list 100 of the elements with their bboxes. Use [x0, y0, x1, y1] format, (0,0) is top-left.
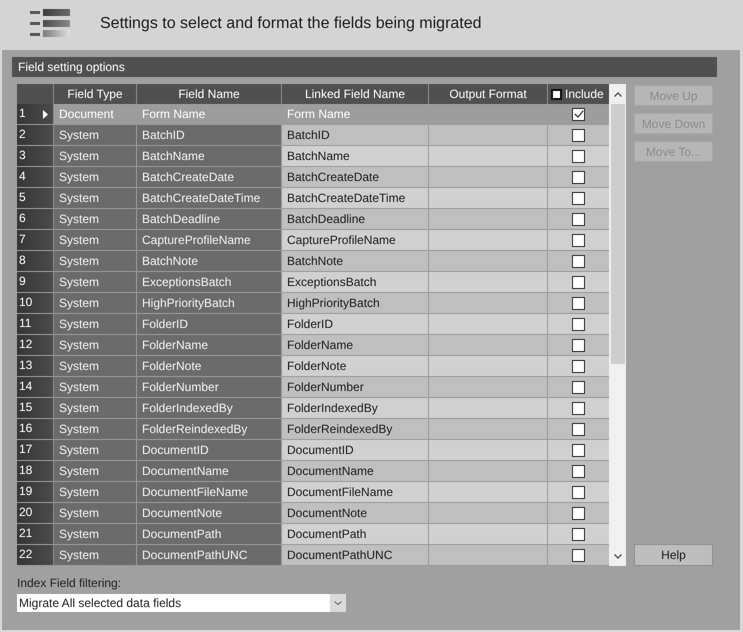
- checkbox[interactable]: [572, 422, 585, 436]
- row-header[interactable]: 11: [17, 314, 54, 335]
- checkbox[interactable]: [572, 486, 585, 498]
- table-cell: System: [54, 419, 137, 440]
- row-header[interactable]: 8: [17, 251, 54, 272]
- corner-header: [17, 84, 54, 104]
- checkbox[interactable]: [572, 192, 585, 204]
- table-cell: System: [54, 335, 137, 356]
- checkbox[interactable]: [572, 402, 585, 414]
- checkbox[interactable]: [572, 170, 585, 184]
- checkbox[interactable]: [572, 548, 585, 562]
- table-cell: ExceptionsBatch: [137, 272, 282, 293]
- row-header[interactable]: 9: [17, 272, 54, 293]
- row-header[interactable]: 4: [17, 167, 54, 188]
- row-header[interactable]: 13: [17, 356, 54, 377]
- row-number: 12: [18, 336, 32, 353]
- table-cell: DocumentPathUNC: [282, 545, 429, 566]
- row-header[interactable]: 22: [17, 545, 54, 566]
- checkbox[interactable]: [572, 296, 585, 310]
- table-cell: FolderReindexedBy: [282, 419, 429, 440]
- table-cell: DocumentPath: [137, 524, 282, 545]
- row-header[interactable]: 3: [17, 146, 54, 167]
- checkbox[interactable]: [572, 108, 585, 120]
- table-cell: System: [54, 251, 137, 272]
- row-header[interactable]: 10: [17, 293, 54, 314]
- row-number: 13: [18, 357, 32, 374]
- table-cell: FolderName: [282, 335, 429, 356]
- table-cell: BatchCreateDate: [137, 167, 282, 188]
- table-cell: System: [54, 503, 137, 524]
- row-header[interactable]: 7: [17, 230, 54, 251]
- table-cell: DocumentID: [137, 440, 282, 461]
- row-pointer-icon: [43, 110, 48, 119]
- table-cell: DocumentName: [137, 461, 282, 482]
- column-header[interactable]: Linked Field Name: [282, 84, 429, 104]
- table-cell: FolderReindexedBy: [137, 419, 282, 440]
- checkbox[interactable]: [572, 380, 585, 394]
- column-header[interactable]: Field Name: [137, 84, 282, 104]
- checkbox[interactable]: [572, 234, 585, 246]
- table-cell: FolderID: [282, 314, 429, 335]
- row-number: 8: [18, 252, 26, 269]
- table-cell: DocumentFileName: [282, 482, 429, 503]
- checkbox[interactable]: [572, 318, 585, 330]
- table-cell: Form Name: [282, 104, 429, 125]
- table-cell: DocumentNote: [282, 503, 429, 524]
- row-number: 9: [18, 273, 26, 290]
- row-number: 3: [18, 147, 26, 164]
- row-header[interactable]: 15: [17, 398, 54, 419]
- table-cell: BatchCreateDateTime: [137, 188, 282, 209]
- row-number: 11: [18, 315, 32, 332]
- chevron-down-icon[interactable]: [330, 594, 346, 612]
- table-cell: BatchCreateDateTime: [282, 188, 429, 209]
- checkbox[interactable]: [572, 444, 585, 456]
- table-cell: System: [54, 482, 137, 503]
- help-button[interactable]: Help: [634, 544, 713, 566]
- table-cell: DocumentPathUNC: [137, 545, 282, 566]
- caret-up-icon[interactable]: [614, 92, 622, 96]
- checkbox[interactable]: [572, 506, 585, 520]
- row-number: 20: [18, 504, 32, 521]
- row-header[interactable]: 21: [17, 524, 54, 545]
- filter-dropdown[interactable]: Migrate All selected data fields: [17, 594, 346, 612]
- row-header[interactable]: 14: [17, 377, 54, 398]
- checkbox[interactable]: [572, 276, 585, 288]
- table-cell: System: [54, 188, 137, 209]
- row-header[interactable]: 2: [17, 125, 54, 146]
- row-number: 10: [18, 294, 32, 311]
- row-header[interactable]: 16: [17, 419, 54, 440]
- column-header[interactable]: Output Format: [429, 84, 548, 104]
- select-all-checkbox[interactable]: [551, 88, 562, 100]
- checkbox[interactable]: [572, 360, 585, 372]
- row-header[interactable]: 12: [17, 335, 54, 356]
- table-cell: FolderIndexedBy: [282, 398, 429, 419]
- vertical-scrollbar[interactable]: [609, 84, 626, 566]
- checkbox[interactable]: [572, 128, 585, 142]
- table-cell: System: [54, 293, 137, 314]
- table-cell: FolderNote: [137, 356, 282, 377]
- checkbox[interactable]: [572, 212, 585, 226]
- checkbox[interactable]: [572, 338, 585, 352]
- table-cell: BatchName: [137, 146, 282, 167]
- checkbox[interactable]: [572, 150, 585, 162]
- row-header[interactable]: 17: [17, 440, 54, 461]
- table-cell: System: [54, 440, 137, 461]
- row-header[interactable]: 5: [17, 188, 54, 209]
- table-cell: DocumentName: [282, 461, 429, 482]
- row-number: 5: [18, 189, 26, 206]
- row-number: 2: [18, 126, 26, 143]
- row-header[interactable]: 18: [17, 461, 54, 482]
- table-cell: BatchCreateDate: [282, 167, 429, 188]
- row-header[interactable]: 1: [17, 104, 54, 125]
- checkbox[interactable]: [572, 464, 585, 478]
- column-header[interactable]: Field Type: [54, 84, 137, 104]
- table-cell: BatchName: [282, 146, 429, 167]
- checkbox[interactable]: [572, 528, 585, 540]
- row-header[interactable]: 20: [17, 503, 54, 524]
- checkbox[interactable]: [572, 254, 585, 268]
- column-header[interactable]: Include: [548, 84, 609, 104]
- scrollbar-thumb[interactable]: [610, 104, 624, 364]
- row-header[interactable]: 6: [17, 209, 54, 230]
- row-number: 4: [18, 168, 26, 185]
- row-header[interactable]: 19: [17, 482, 54, 503]
- caret-down-icon[interactable]: [614, 554, 622, 558]
